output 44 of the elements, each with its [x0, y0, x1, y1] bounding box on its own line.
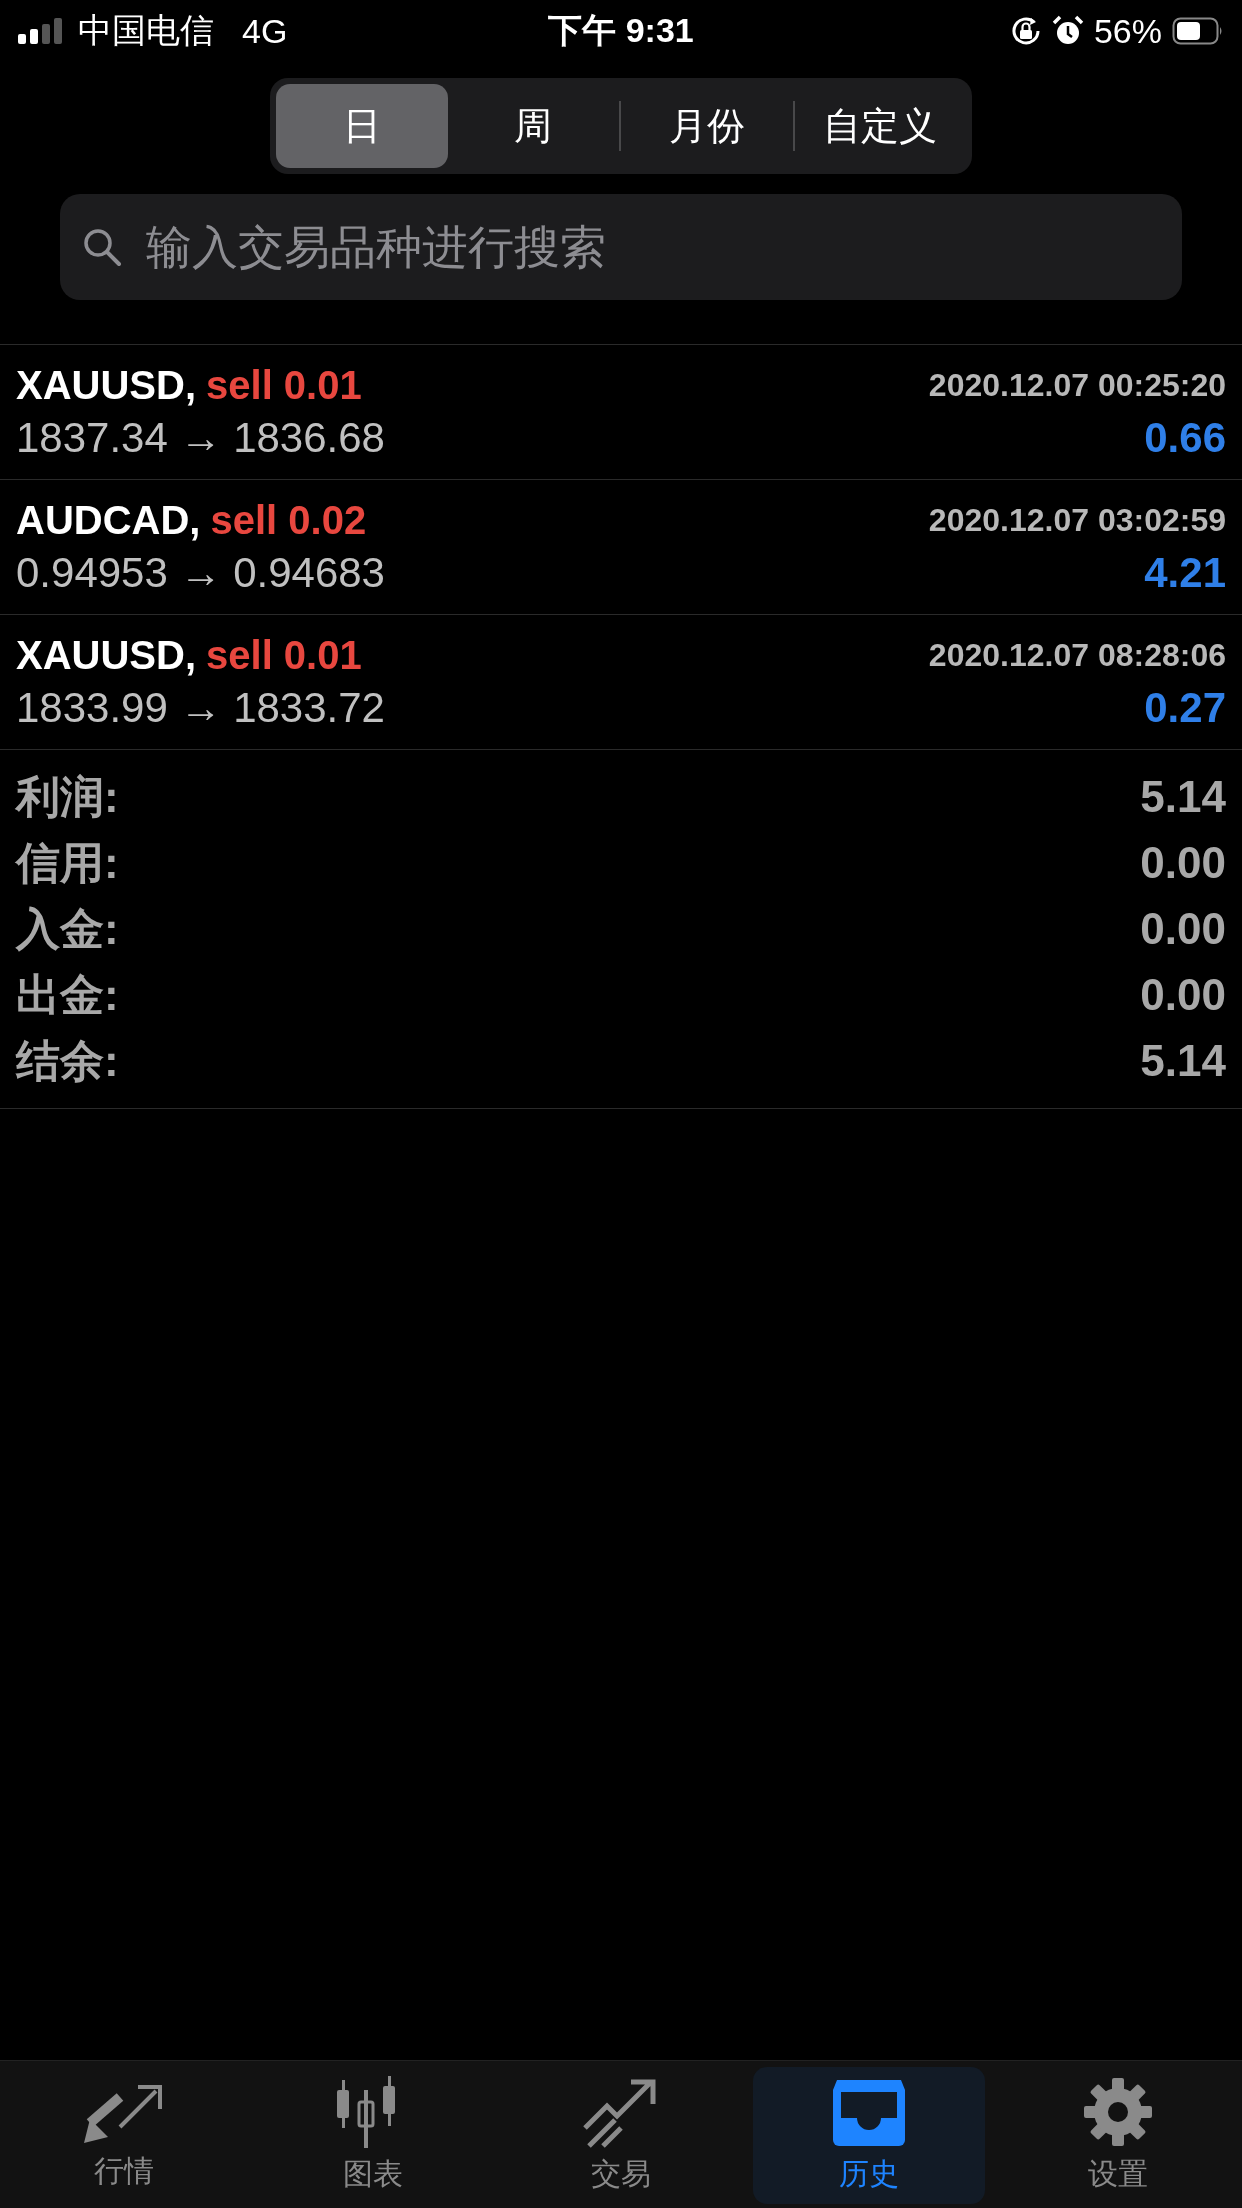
search-field[interactable]: 输入交易品种进行搜索 — [60, 194, 1182, 300]
price-change: 1837.34 → 1836.68 — [16, 413, 385, 462]
profit-value: 0.27 — [1144, 683, 1226, 732]
alarm-clock-icon — [1051, 15, 1084, 47]
period-tab[interactable]: 日 — [276, 84, 448, 168]
order-type: sell 0.01 — [206, 632, 362, 678]
symbol-name: AUDCAD, — [16, 497, 201, 543]
summary-label: 利润: — [16, 770, 119, 823]
rotation-lock-icon — [1009, 15, 1042, 47]
summary-value: 0.00 — [1140, 838, 1226, 888]
price-change: 1833.99 → 1833.72 — [16, 683, 385, 732]
deal-time: 2020.12.07 00:25:20 — [928, 366, 1226, 404]
profit-value: 0.66 — [1144, 413, 1226, 462]
price-change: 0.94953 → 0.94683 — [16, 548, 385, 597]
summary-value: 0.00 — [1140, 904, 1226, 954]
summary-label: 出金: — [16, 968, 119, 1021]
summary-label: 入金: — [16, 902, 119, 955]
nav-tab[interactable]: 交易 — [504, 2067, 737, 2204]
summary-label: 信用: — [16, 836, 119, 889]
gear-icon — [1081, 2076, 1154, 2148]
order-type: sell 0.02 — [210, 497, 367, 543]
summary-label: 结余: — [16, 1034, 119, 1087]
summary-value: 5.14 — [1140, 772, 1226, 822]
symbol-name: XAUUSD, — [16, 632, 197, 678]
clock-time: 下午 9:31 — [548, 10, 694, 51]
summary-value: 5.14 — [1140, 1036, 1226, 1086]
network-type: 4G — [242, 11, 288, 51]
battery-icon — [1172, 17, 1224, 45]
period-tab[interactable]: 自定义 — [794, 84, 966, 168]
deal-time: 2020.12.07 03:02:59 — [928, 501, 1226, 539]
carrier-name: 中国电信 — [78, 10, 214, 51]
nav-tab[interactable]: 图表 — [256, 2067, 489, 2204]
summary-value: 0.00 — [1140, 970, 1226, 1020]
nav-tab[interactable]: 历史 — [753, 2067, 986, 2204]
profit-value: 4.21 — [1144, 548, 1226, 597]
signal-icon — [18, 18, 64, 44]
battery-percent: 56% — [1093, 11, 1162, 51]
order-type: sell 0.01 — [206, 362, 362, 408]
period-tab[interactable]: 月份 — [621, 84, 793, 168]
period-tab[interactable]: 周 — [447, 84, 619, 168]
symbol-name: XAUUSD, — [16, 362, 197, 408]
nav-tab[interactable]: 行情 — [8, 2067, 241, 2204]
nav-tab[interactable]: 设置 — [1001, 2067, 1234, 2204]
deal-time: 2020.12.07 08:28:06 — [928, 636, 1226, 674]
